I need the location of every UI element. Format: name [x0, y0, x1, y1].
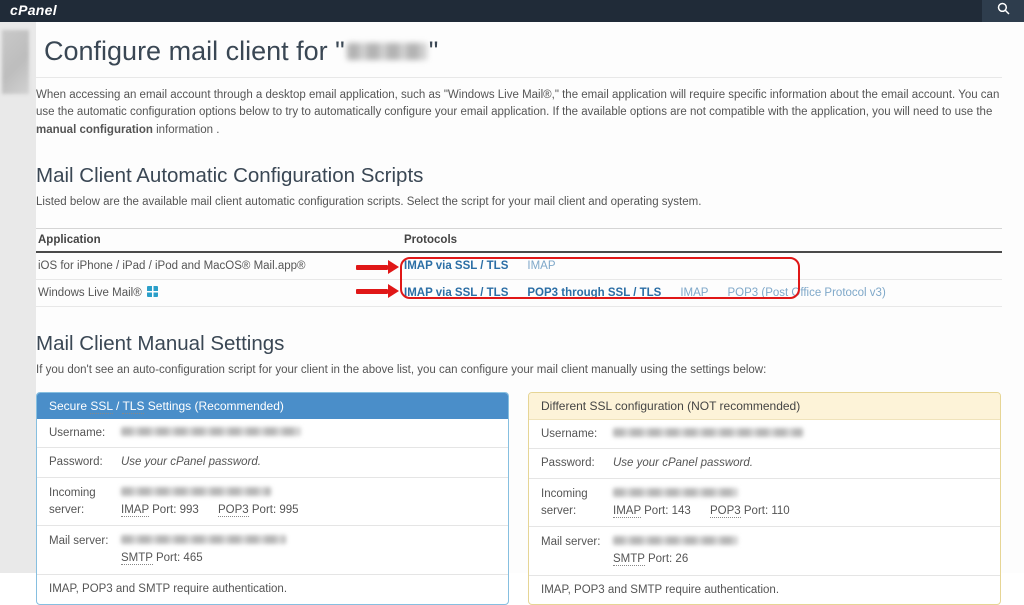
manual-settings-heading: Mail Client Manual Settings — [36, 331, 285, 355]
application-name: iOS for iPhone / iPad / iPod and MacOS® … — [38, 259, 306, 272]
main-content: Configure mail client for " " When access… — [36, 22, 1024, 605]
redacted-mail-server — [121, 535, 286, 545]
redacted-username-value — [613, 427, 803, 437]
password-row: Password: Use your cPanel password. — [37, 448, 508, 479]
pop3-port-value: Port: 995 — [251, 503, 299, 516]
username-value — [613, 426, 988, 443]
redacted-sidebar-element — [2, 30, 29, 94]
incoming-server-row: Incoming server: IMAP Port: 993 POP3 Por… — [37, 478, 508, 527]
auto-config-subtext: Listed below are the available mail clie… — [36, 195, 702, 208]
imap-port-value: Port: 143 — [644, 504, 691, 517]
username-row: Username: — [37, 419, 508, 449]
protocol-links: IMAP via SSL / TLS POP3 through SSL / TL… — [402, 287, 1002, 299]
username-label: Username: — [541, 427, 598, 440]
protocol-link-pop3-wlm[interactable]: POP3 (Post Office Protocol v3) — [727, 287, 885, 299]
left-gutter — [0, 22, 36, 573]
auth-note: IMAP, POP3 and SMTP require authenticati… — [541, 583, 780, 596]
username-row: Username: — [529, 420, 1000, 450]
protocol-link-imap-ios[interactable]: IMAP — [527, 260, 555, 272]
protocol-link-imap-ssl-ios[interactable]: IMAP via SSL / TLS — [404, 260, 508, 272]
secure-title-pre: Secure — [49, 398, 88, 413]
incoming-server-row: Incoming server: IMAP Port: 143 POP3 Por… — [529, 479, 1000, 528]
search-icon — [997, 2, 1010, 20]
intro-text-end: information . — [156, 123, 220, 136]
table-row-windows-live-mail: Windows Live Mail® IMAP via SSL / TLS PO… — [36, 280, 1002, 307]
smtp-abbr: SMTP — [613, 553, 645, 567]
redacted-username-value — [121, 426, 301, 436]
protocol-links: IMAP via SSL / TLS IMAP — [402, 260, 1002, 272]
incoming-server-value: IMAP Port: 993 POP3 Port: 995 — [121, 485, 496, 518]
pop3-port-value: Port: 110 — [743, 504, 790, 517]
incoming-server-label: Incoming server: — [49, 487, 96, 516]
search-button[interactable] — [982, 0, 1024, 22]
pop3-abbr: POP3 — [218, 503, 249, 517]
imap-port-value: Port: 993 — [152, 503, 199, 516]
password-value: Use your cPanel password. — [613, 457, 753, 470]
table-row-ios: iOS for iPhone / iPad / iPod and MacOS® … — [36, 253, 1002, 280]
top-navigation-bar: cPanel — [0, 0, 1024, 22]
protocol-link-imap-wlm[interactable]: IMAP — [680, 287, 708, 299]
mail-server-label: Mail server: — [49, 535, 109, 548]
imap-abbr: IMAP — [121, 503, 149, 517]
page-title-prefix: Configure mail client for " — [44, 36, 345, 66]
windows-live-mail-icon — [146, 286, 158, 298]
incoming-server-value: IMAP Port: 143 POP3 Port: 110 — [613, 486, 988, 519]
redacted-mail-server — [613, 536, 738, 546]
auth-note: IMAP, POP3 and SMTP require authenticati… — [49, 582, 288, 595]
password-label: Password: — [541, 457, 595, 470]
username-label: Username: — [49, 426, 106, 439]
title-divider — [36, 77, 1002, 78]
redacted-incoming-server — [121, 487, 271, 497]
auto-config-table: Application Protocols iOS for iPhone / i… — [36, 227, 1002, 307]
table-header-row: Application Protocols — [36, 229, 1002, 253]
smtp-port-value: Port: 465 — [155, 552, 203, 565]
incoming-server-label: Incoming server: — [541, 488, 588, 517]
mail-server-row: Mail server: SMTP Port: 465 — [37, 526, 508, 575]
protocol-link-pop3-ssl-wlm[interactable]: POP3 through SSL / TLS — [527, 287, 661, 299]
mail-server-label: Mail server: — [541, 536, 601, 549]
smtp-abbr: SMTP — [121, 552, 153, 566]
imap-abbr: IMAP — [613, 504, 641, 518]
nonssl-settings-header: Different SSL configuration (NOT recomme… — [529, 392, 1000, 420]
redacted-incoming-server — [613, 488, 738, 498]
username-value — [121, 425, 496, 442]
page-title-suffix: " — [428, 36, 439, 66]
manual-settings-subtext: If you don't see an auto-configuration s… — [36, 363, 767, 376]
ssl-abbr: SSL — [90, 398, 113, 414]
password-row: Password: Use your cPanel password. — [529, 449, 1000, 480]
redacted-account-name — [346, 43, 427, 60]
intro-text-start: When accessing an email account through … — [36, 89, 1000, 119]
mail-server-value: SMTP Port: 26 — [613, 534, 988, 567]
secure-title-sep: / — [115, 398, 120, 413]
smtp-port-value: Port: 26 — [647, 553, 689, 566]
secure-settings-header: Secure SSL / TLS Settings (Recommended) — [37, 392, 508, 419]
protocols-column-header: Protocols — [404, 233, 458, 246]
intro-text: When accessing an email account through … — [36, 87, 1002, 139]
mail-server-row: Mail server: SMTP Port: 26 — [529, 527, 1000, 576]
pop3-abbr: POP3 — [710, 504, 741, 518]
application-column-header: Application — [38, 233, 101, 246]
page-title: Configure mail client for " " — [44, 36, 1002, 67]
password-value: Use your cPanel password. — [121, 456, 261, 469]
protocol-link-imap-ssl-wlm[interactable]: IMAP via SSL / TLS — [404, 287, 508, 299]
auto-config-heading: Mail Client Automatic Configuration Scri… — [36, 163, 424, 187]
password-label: Password: — [49, 456, 103, 469]
tls-abbr: TLS — [122, 398, 145, 414]
intro-bold-manual-configuration: manual configuration — [36, 123, 153, 136]
application-name-text: Windows Live Mail® — [38, 287, 142, 300]
secure-title-post: Settings (Recommended) — [147, 398, 284, 413]
application-name: Windows Live Mail® — [38, 286, 402, 299]
cpanel-logo[interactable]: cPanel — [0, 2, 57, 20]
mail-server-value: SMTP Port: 465 — [121, 533, 496, 566]
